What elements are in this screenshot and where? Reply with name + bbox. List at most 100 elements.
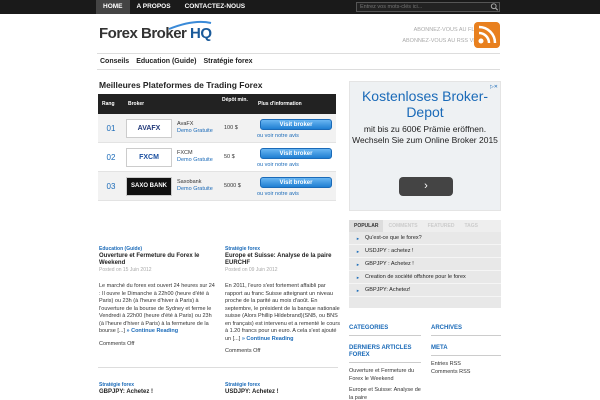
broker-review-link[interactable]: ou voir notre avis	[257, 162, 299, 168]
post-excerpt-text: Le marché du forex est ouvert 24 heures …	[99, 283, 215, 334]
archives-widget: ARCHIVES	[431, 325, 501, 336]
meta-title: META	[431, 345, 501, 356]
sidebar-ad[interactable]: ▷✕ Kostenloses Broker-Depot mit bis zu 6…	[349, 81, 501, 211]
broker-logo-avafx[interactable]: AVAFX	[126, 118, 172, 138]
post-title-link[interactable]: USDJPY: Achetez !	[225, 389, 341, 396]
post-card: Stratégie forex GBPJPY: Achetez !	[99, 382, 215, 396]
popular-item[interactable]: Creation de société offshore pour le for…	[349, 271, 501, 284]
post-card: Stratégie forex Europe et Suisse: Analys…	[225, 246, 341, 355]
broker-review-link[interactable]: ou voir notre avis	[257, 133, 299, 139]
top-nav-a-propos[interactable]: A PROPOS	[130, 0, 178, 14]
broker-rank: 03	[106, 181, 116, 191]
nav-strategie[interactable]: Stratégie forex	[200, 54, 256, 69]
post-card: Stratégie forex USDJPY: Achetez !	[225, 382, 341, 396]
categories-title: CATEGORIES	[349, 325, 421, 336]
post-divider	[98, 367, 338, 368]
popular-list: Qu'est-ce que le forex? USDJPY : achetez…	[349, 232, 501, 308]
broker-demo-link[interactable]: Demo Gratuite	[177, 157, 220, 164]
post-category-link[interactable]: Education (Guide)	[99, 246, 215, 253]
tab-comments[interactable]: COMMENTS	[383, 220, 422, 232]
header-info: Plus d'information	[258, 101, 302, 107]
ad-choices-icon[interactable]: ▷✕	[490, 84, 498, 90]
broker-depot: 5000 $	[224, 183, 241, 189]
categories-widget: CATEGORIES	[349, 325, 421, 336]
post-excerpt: Le marché du forex est ouvert 24 heures …	[99, 283, 215, 336]
ad-headline: Kostenloses Broker-Depot	[361, 88, 489, 120]
top-nav-contact[interactable]: CONTACTEZ-NOUS	[178, 0, 253, 14]
broker-name-cell: AvaFX Demo Gratuite	[172, 121, 220, 135]
logo-text-main: Forex Broker	[99, 25, 191, 42]
post-category-link[interactable]: Stratégie forex	[99, 382, 215, 389]
table-row: 03 SAXO BANK Saxobank Demo Gratuite 5000…	[98, 172, 336, 201]
search-icon[interactable]	[490, 3, 499, 11]
ad-text: mit bis zu 600€ Prämie eröffnen. Wechsel…	[352, 124, 498, 145]
broker-logo-saxobank[interactable]: SAXO BANK	[126, 176, 172, 196]
post-title-link[interactable]: Ouverture et Fermeture du Forex le Weeke…	[99, 253, 215, 267]
continue-reading-link[interactable]: » Continue Reading	[127, 328, 179, 334]
logo-text-hq: HQ	[190, 25, 212, 42]
post-comments: Comments Off	[225, 348, 261, 354]
table-body: 01 AVAFX AvaFX Demo Gratuite 100 $ Visit…	[98, 114, 336, 201]
broker-table: Rang Broker Dépôt min. Plus d'informatio…	[98, 94, 336, 201]
tab-featured[interactable]: FEATURED	[423, 220, 460, 232]
search-input[interactable]	[356, 2, 500, 12]
tab-tags[interactable]: TAGS	[459, 220, 483, 232]
site-logo[interactable]: Forex Broker HQ	[99, 19, 217, 49]
visit-broker-button[interactable]: Visit broker	[260, 147, 332, 159]
post-title-link[interactable]: GBPJPY: Achetez !	[99, 389, 215, 396]
top-nav: HOME A PROPOS CONTACTEZ-NOUS	[96, 0, 252, 14]
rss-icon[interactable]	[474, 22, 500, 48]
visit-broker-button[interactable]: Visit broker	[260, 118, 332, 130]
popular-item[interactable]: GBPJPY: Achetez!	[349, 284, 501, 297]
meta-link[interactable]: Comments RSS	[431, 368, 501, 376]
page-title: Meilleures Plateformes de Trading Forex	[99, 80, 263, 90]
broker-depot: 100 $	[224, 125, 238, 131]
table-row: 01 AVAFX AvaFX Demo Gratuite 100 $ Visit…	[98, 114, 336, 143]
popular-item[interactable]: USDJPY : achetez !	[349, 245, 501, 258]
visit-broker-button[interactable]: Visit broker	[260, 176, 332, 188]
broker-depot: 50 $	[224, 154, 235, 160]
post-category-link[interactable]: Stratégie forex	[225, 246, 341, 253]
header-broker: Broker	[128, 101, 145, 107]
broker-logo-fxcm[interactable]: FXCM	[126, 147, 172, 167]
broker-rank: 01	[106, 123, 116, 133]
broker-name: AvaFX	[177, 121, 194, 127]
meta-link[interactable]: Entries RSS	[431, 360, 501, 368]
nav-conseils[interactable]: Conseils	[97, 54, 133, 69]
broker-demo-link[interactable]: Demo Gratuite	[177, 186, 220, 193]
continue-reading-link[interactable]: » Continue Reading	[242, 336, 294, 342]
popular-item[interactable]: GBPJPY : Achetez !	[349, 258, 501, 271]
meta-widget: META Entries RSS Comments RSS	[431, 345, 501, 376]
main-nav: Conseils Education (Guide) Stratégie for…	[97, 53, 500, 70]
broker-review-link[interactable]: ou voir notre avis	[257, 191, 299, 197]
header-rang: Rang	[102, 101, 115, 107]
recent-posts-title: DERNIERS ARTICLES FOREX	[349, 345, 421, 363]
post-meta: Posted on 15 Juin 2012	[99, 267, 152, 273]
post-excerpt: En 2011, l'euro s'est fortement affaibli…	[225, 283, 341, 343]
post-excerpt-text: En 2011, l'euro s'est fortement affaibli…	[225, 283, 340, 342]
top-bar	[0, 0, 600, 14]
post-category-link[interactable]: Stratégie forex	[225, 382, 341, 389]
archives-title: ARCHIVES	[431, 325, 501, 336]
top-nav-home[interactable]: HOME	[96, 0, 130, 14]
broker-info-cell: Visit broker ou voir notre avis	[256, 114, 336, 143]
broker-name-cell: Saxobank Demo Gratuite	[172, 179, 220, 193]
nav-education[interactable]: Education (Guide)	[133, 54, 200, 69]
broker-demo-link[interactable]: Demo Gratuite	[177, 128, 220, 135]
post-meta: Posted on 09 Juin 2012	[225, 267, 278, 273]
broker-rank: 02	[106, 152, 116, 162]
ad-arrow-button[interactable]: ›	[399, 177, 453, 196]
tab-popular[interactable]: POPULAR	[349, 220, 384, 232]
sidebar-tabs: POPULAR COMMENTS FEATURED TAGS	[349, 220, 501, 232]
broker-name: Saxobank	[177, 179, 202, 185]
header-depot: Dépôt min.	[222, 97, 248, 103]
recent-post-link[interactable]: Ouverture et Fermeture du Forex le Weeke…	[349, 367, 421, 383]
broker-info-cell: Visit broker ou voir notre avis	[256, 172, 336, 201]
recent-post-link[interactable]: Europe et Suisse: Analyse de la paire	[349, 386, 421, 400]
popular-item[interactable]: Qu'est-ce que le forex?	[349, 232, 501, 245]
broker-name: FXCM	[177, 150, 193, 156]
post-comments: Comments Off	[99, 340, 135, 347]
broker-info-cell: Visit broker ou voir notre avis	[256, 143, 336, 172]
post-title-link[interactable]: Europe et Suisse: Analyse de la paire EU…	[225, 253, 341, 267]
post-card: Education (Guide) Ouverture et Fermeture…	[99, 246, 215, 348]
